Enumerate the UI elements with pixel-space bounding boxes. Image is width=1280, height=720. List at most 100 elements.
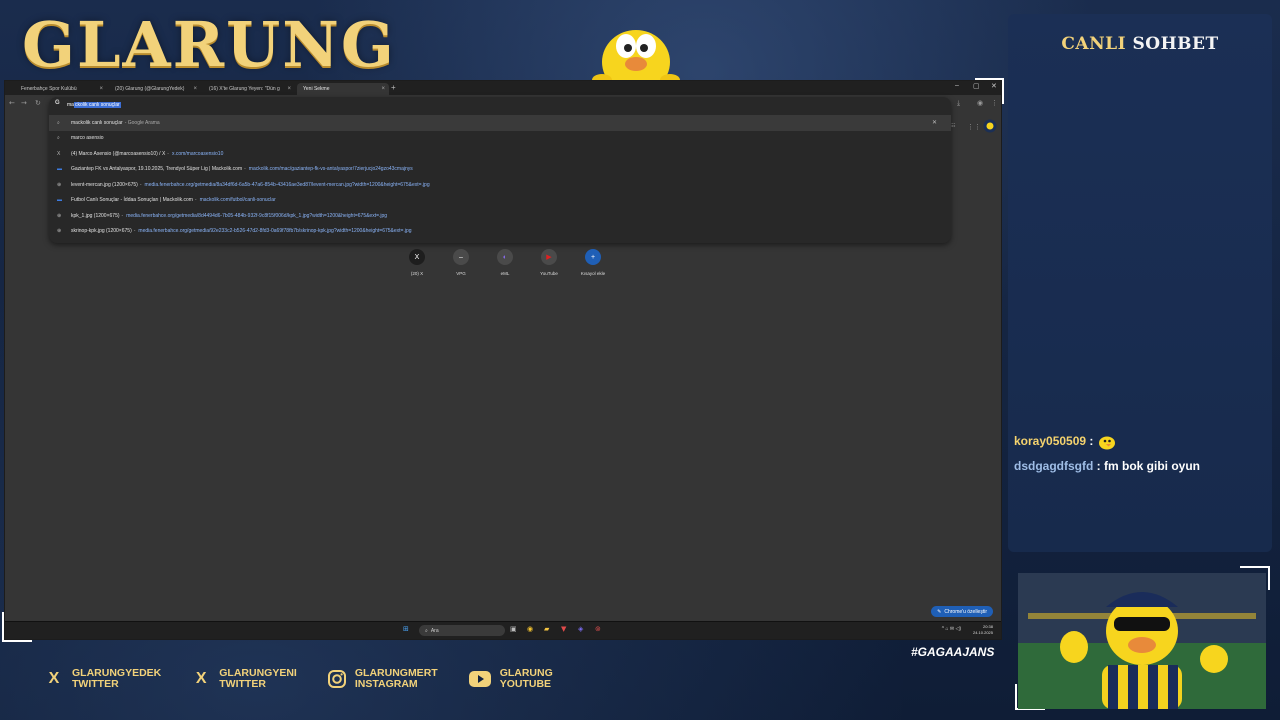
taskbar-search[interactable]: ⌕ Ara <box>419 625 505 636</box>
channel-logo: GLARUNG <box>22 8 396 81</box>
suggestion-item[interactable]: ⊕ levent-mercan.jpg (1200×675) - media.f… <box>49 177 951 193</box>
close-icon[interactable]: × <box>287 86 291 92</box>
suggestion-item[interactable]: X (4) Marco Asensio (@marcoasensio10) / … <box>49 146 951 162</box>
close-icon[interactable]: × <box>381 86 385 92</box>
suggestion-item[interactable]: ⊕ skrinop-kpk.jpg (1200×675) - media.fen… <box>49 224 951 240</box>
chat-panel: CANLI SOHBET koray050509 : dsdgagdfsgfd … <box>1008 14 1272 552</box>
suggestion-item[interactable]: ▬ Gaziantep FK vs Antalyaspor, 19.10.202… <box>49 162 951 178</box>
chrome-icon[interactable]: ◉ <box>527 625 533 633</box>
x-icon: X <box>57 150 61 157</box>
suggestion-item[interactable]: ⌕ mackolik canlı sonuçlar - Google Arama… <box>49 115 951 131</box>
shortcut-vpg[interactable]: – VPG <box>445 249 477 276</box>
suggestion-item[interactable]: ⊕ kpk_1.jpg (1200×675) - media.fenerbahc… <box>49 208 951 224</box>
tab-new-tab[interactable]: Yeni Sekme × <box>297 83 389 95</box>
customize-chrome-button[interactable]: ✎ Chrome'u özelleştir <box>931 606 993 617</box>
tab-glarung-yedek[interactable]: (20) Glarung (@GlarungYedek) × <box>109 83 201 95</box>
app-ring-icon[interactable]: ⊚ <box>595 625 601 633</box>
account-avatar-icon[interactable] <box>983 119 997 133</box>
gmail-link[interactable]: ☷ <box>951 123 955 129</box>
suggestion-title: mackolik canlı sonuçlar <box>71 119 123 126</box>
chick-emote-icon <box>1098 436 1115 450</box>
suggestion-title: levent-mercan.jpg (1200×675) <box>71 181 138 188</box>
apps-grid-icon[interactable]: ⋮⋮ <box>967 123 981 131</box>
reload-icon[interactable]: ↻ <box>35 99 41 107</box>
webcam-frame <box>1018 573 1266 709</box>
system-tray[interactable]: ^ ⌂ ✉ ◁) <box>942 626 961 632</box>
chat-text: fm bok gibi oyun <box>1104 459 1200 473</box>
chat-separator: : <box>1086 434 1097 449</box>
shortcut-label: (20) X <box>410 271 424 276</box>
minimize-icon[interactable]: – <box>955 82 959 89</box>
chat-title-first: CANLI <box>1061 34 1127 54</box>
shortcut-label: YouTube <box>540 271 558 276</box>
suggestion-title: kpk_1.jpg (1200×675) <box>71 212 120 219</box>
shortcut-add[interactable]: + Kısayol ekle <box>577 249 609 276</box>
tab-title: (20) Glarung (@GlarungYedek) <box>115 86 185 92</box>
social-links: X GLARUNGYEDEK TWITTER X GLARUNGYENI TWI… <box>44 668 553 690</box>
taskbar-search-label: Ara <box>430 627 439 634</box>
google-icon: G <box>55 100 60 106</box>
task-view-icon[interactable]: ▣ <box>510 625 517 633</box>
suggestion-item[interactable]: ▬ Futbol Canlı Sonuçlar - İddaa Sonuçlar… <box>49 193 951 209</box>
close-icon[interactable]: × <box>99 86 103 92</box>
suggestion-title: skrinop-kpk.jpg (1200×675) <box>71 228 132 235</box>
shortcut-label: Kısayol ekle <box>580 271 606 276</box>
windows-taskbar: ⊞ ⌕ Ara ▣ ◉ ▰ ▼ ◈ ⊚ ^ ⌂ ✉ ◁) 20:38 24.10… <box>5 621 1001 639</box>
suggestion-dash: - <box>244 166 246 173</box>
suggestion-title: Futbol Canlı Sonuçlar - İddaa Sonuçları … <box>71 197 193 204</box>
customize-label: Chrome'u özelleştir <box>944 608 987 615</box>
social-twitter-yedek: X GLARUNGYEDEK TWITTER <box>44 668 162 690</box>
frame-corner <box>975 78 1004 104</box>
app-purple-icon[interactable]: ◈ <box>578 625 583 633</box>
suggestion-title: (4) Marco Asensio (@marcoasensio10) / X <box>71 150 166 157</box>
globe-icon: ⊕ <box>57 228 62 235</box>
taskbar-clock[interactable]: 20:38 24.10.2025 <box>973 624 993 636</box>
chat-username: dsdgagdfsgfd <box>1014 459 1094 473</box>
suggestion-url: media.fenerbahce.org/getmedia/92e233c2-b… <box>138 228 412 235</box>
shortcut-label: VPG <box>456 271 466 276</box>
suggestion-list: ⌕ mackolik canlı sonuçlar - Google Arama… <box>49 115 951 239</box>
shortcut-x[interactable]: X (20) X <box>401 249 433 276</box>
omnibox-dropdown: G ma ckolik canlı sonuçlar ⌕ mackolik can… <box>49 97 951 243</box>
pencil-icon: ✎ <box>937 608 942 615</box>
browser-window: Fenerbahçe Spor Kulübü × (20) Glarung (@… <box>4 80 1002 640</box>
hashtag-label: #GAGAAJANS <box>911 645 995 659</box>
forward-icon[interactable]: → <box>21 99 27 107</box>
mackolik-icon: ▬ <box>57 197 62 204</box>
chat-separator: : <box>1093 459 1104 473</box>
tab-title: Yeni Sekme <box>303 86 330 92</box>
close-icon[interactable]: × <box>193 86 197 92</box>
tab-bar: Fenerbahçe Spor Kulübü × (20) Glarung (@… <box>5 81 1001 95</box>
suggestion-url: media.fenerbahce.org/getmedia/8a34df6d-6… <box>144 181 430 188</box>
youtube-icon <box>468 671 491 687</box>
suggestion-dash: - <box>133 228 136 235</box>
suggestion-title: Gaziantep FK vs Antalyaspor, 19.10.2025,… <box>71 166 243 173</box>
chat-message: koray050509 : <box>1014 434 1117 450</box>
remove-suggestion-icon[interactable]: ✕ <box>932 119 937 126</box>
app-red-icon[interactable]: ▼ <box>561 625 566 633</box>
address-bar-input[interactable]: ma ckolik canlı sonuçlar <box>67 100 121 110</box>
x-icon: X <box>48 670 60 687</box>
instagram-icon <box>327 670 346 688</box>
back-icon[interactable]: ← <box>9 99 15 107</box>
shortcut-eml[interactable]: ◐ eML <box>489 249 521 276</box>
windows-start-icon[interactable]: ⊞ <box>403 625 409 633</box>
tab-fenerbahce[interactable]: Fenerbahçe Spor Kulübü × <box>15 83 107 95</box>
social-twitter-yeni: X GLARUNGYENI TWITTER <box>191 668 297 690</box>
webcam-mascot-icon <box>1018 573 1266 709</box>
suggestion-dash: - <box>139 181 142 188</box>
shortcut-youtube[interactable]: ▶ YouTube <box>533 249 565 276</box>
tab-glarung-yeyen[interactable]: (16) X'te Glarung Yeyen: "Dün g × <box>203 83 295 95</box>
youtube-icon: ▶ <box>541 249 557 265</box>
social-platform: YOUTUBE <box>499 678 552 690</box>
x-icon: X <box>195 670 207 687</box>
download-icon[interactable]: ⤓ <box>957 99 960 108</box>
folder-icon[interactable]: ▰ <box>544 625 549 633</box>
suggestion-item[interactable]: ⌕ marco asensio <box>49 131 951 147</box>
search-icon: ⌕ <box>57 135 60 142</box>
new-tab-button[interactable]: + <box>391 83 396 92</box>
suggestion-url: media.fenerbahce.org/getmedia/8d4494d6-7… <box>126 212 388 219</box>
x-icon: X <box>409 249 425 265</box>
chat-username: koray050509 <box>1014 434 1087 449</box>
social-instagram: GLARUNGMERT INSTAGRAM <box>327 668 438 690</box>
